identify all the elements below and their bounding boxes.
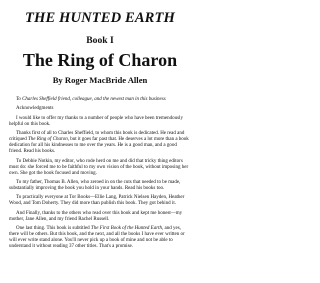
front-matter-text: To Charles Sheffield friend, colleague, … — [9, 97, 191, 250]
paragraph-editor: To Debbie Notkin, my editor, who rode he… — [9, 158, 189, 176]
series-title: THE HUNTED EARTH — [25, 10, 175, 26]
paragraph-last-thing: One last thing. This book is subtitled T… — [9, 226, 191, 250]
book-title-page: THE HUNTED EARTH Book I The Ring of Char… — [0, 0, 200, 283]
acknowledgments-heading: Acknowledgments — [16, 106, 54, 112]
paragraph-sheffield: Thanks first of all to Charles Sheffield… — [9, 131, 191, 155]
subtitle-reference: The First Book of the Hunted Earth — [90, 226, 163, 232]
paragraph-tor-books: To practically everyone at Tor Books—Ell… — [9, 195, 185, 207]
author-line: By Roger MacBride Allen — [52, 75, 148, 85]
book-title-reference: The Ring of Charon — [28, 137, 68, 143]
paragraph-intro: I would like to offer my thanks to a num… — [9, 115, 183, 127]
book-title: The Ring of Charon — [22, 50, 178, 70]
dedication: To Charles Sheffield friend, colleague, … — [16, 97, 166, 102]
paragraph-father: To my father, Thomas B. Allen, who zeroe… — [9, 179, 181, 192]
paragraph-readers: And Finally, thanks to the others who re… — [9, 210, 183, 222]
book-label: Book I — [86, 35, 114, 46]
paragraph-last-thing-text-a: One last thing. This book is subtitled — [16, 226, 91, 232]
